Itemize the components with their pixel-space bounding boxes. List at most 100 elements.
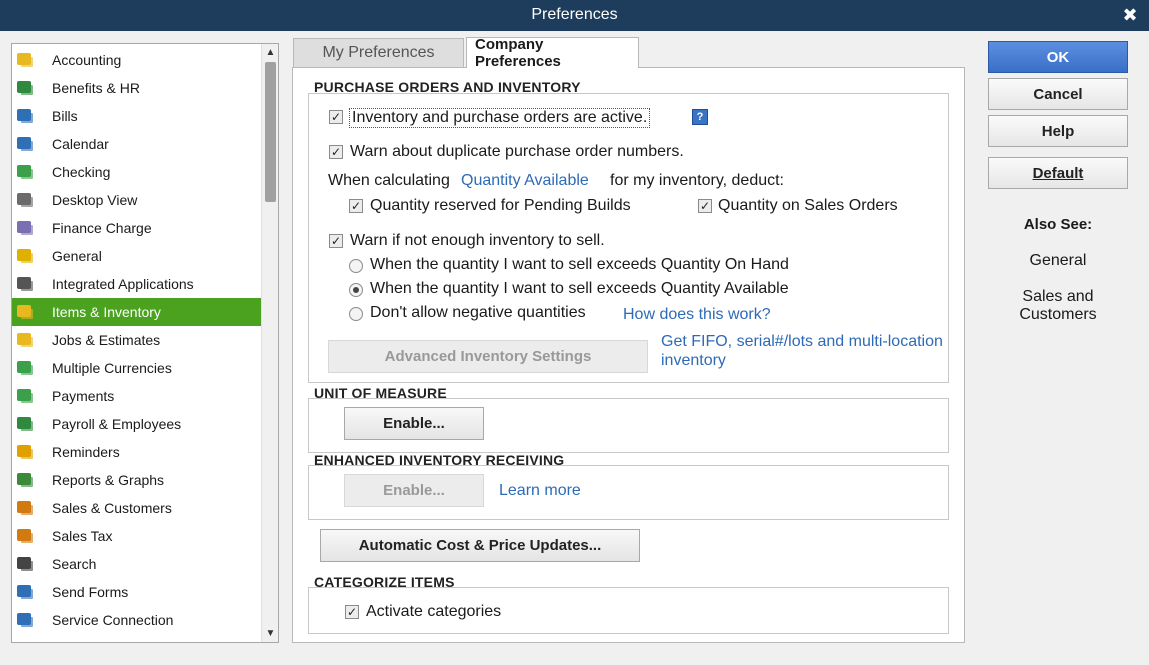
sidebar-item-label: Items & Inventory: [52, 304, 161, 320]
sales-tax-icon: [14, 526, 36, 546]
sidebar-item-general[interactable]: General: [12, 242, 261, 270]
unit-of-measure-enable-button[interactable]: Enable...: [344, 407, 484, 440]
desktop-view-icon: [14, 190, 36, 210]
close-icon[interactable]: ✖: [1119, 4, 1141, 26]
cancel-button[interactable]: Cancel: [988, 78, 1128, 110]
items-inventory-icon: [14, 302, 36, 322]
sidebar-item-payroll-employees[interactable]: Payroll & Employees: [12, 410, 261, 438]
search-icon: [14, 554, 36, 574]
sidebar-item-label: Integrated Applications: [52, 276, 194, 292]
warn-not-enough-label: Warn if not enough inventory to sell.: [350, 232, 605, 249]
help-question-icon[interactable]: ?: [692, 109, 708, 125]
warn-duplicate-label: Warn about duplicate purchase order numb…: [350, 143, 684, 160]
sidebar-item-label: Payments: [52, 388, 115, 404]
advanced-inventory-settings-label: Advanced Inventory Settings: [384, 348, 592, 365]
checkmark-icon: ✓: [330, 234, 342, 248]
advanced-inventory-settings-button[interactable]: Advanced Inventory Settings: [328, 340, 648, 373]
sidebar-item-label: Sales & Customers: [52, 500, 172, 516]
sidebar-scrollbar[interactable]: ▲ ▼: [261, 44, 278, 642]
sidebar-item-jobs-estimates[interactable]: Jobs & Estimates: [12, 326, 261, 354]
sidebar-item-search[interactable]: Search: [12, 550, 261, 578]
activate-categories-checkbox[interactable]: ✓: [345, 605, 359, 619]
finance-charge-icon: [14, 218, 36, 238]
sidebar-item-label: Payroll & Employees: [52, 416, 182, 432]
inventory-active-label: Inventory and purchase orders are active…: [349, 108, 651, 128]
exceeds-available-radio[interactable]: [349, 283, 363, 297]
sidebar-item-bills[interactable]: Bills: [12, 102, 261, 130]
inventory-active-checkbox[interactable]: ✓: [329, 110, 343, 124]
dont-allow-negative-label: Don't allow negative quantities: [370, 304, 586, 321]
sidebar-item-label: Calendar: [52, 136, 109, 152]
checkmark-icon: ✓: [699, 199, 711, 213]
sidebar-item-label: Reminders: [52, 444, 120, 460]
also-see-sales-line1[interactable]: Sales and: [988, 288, 1128, 306]
sales-orders-checkbox[interactable]: ✓: [698, 199, 712, 213]
sidebar-item-label: Service Connection: [52, 612, 174, 628]
exceeds-on-hand-label: When the quantity I want to sell exceeds…: [370, 256, 789, 273]
sidebar-item-label: Desktop View: [52, 192, 138, 208]
integrated-apps-icon: [14, 274, 36, 294]
sidebar-item-label: Multiple Currencies: [52, 360, 172, 376]
tab-my-preferences-label: My Preferences: [322, 44, 435, 61]
exceeds-on-hand-radio[interactable]: [349, 259, 363, 273]
sidebar-item-benefits-hr[interactable]: Benefits & HR: [12, 74, 261, 102]
sidebar-item-finance-charge[interactable]: Finance Charge: [12, 214, 261, 242]
when-calculating-label: When calculating: [328, 172, 450, 189]
sidebar-item-accounting[interactable]: Accounting: [12, 46, 261, 74]
warn-not-enough-checkbox[interactable]: ✓: [329, 234, 343, 248]
sidebar-item-reports-graphs[interactable]: Reports & Graphs: [12, 466, 261, 494]
sidebar-item-calendar[interactable]: Calendar: [12, 130, 261, 158]
ok-button-label: OK: [1046, 48, 1070, 66]
also-see-general-link[interactable]: General: [988, 252, 1128, 270]
sales-customers-icon: [14, 498, 36, 518]
enhanced-receiving-enable-label: Enable...: [383, 482, 445, 499]
learn-more-link[interactable]: Learn more: [499, 482, 581, 500]
quantity-available-link[interactable]: Quantity Available: [461, 172, 589, 190]
tab-company-preferences[interactable]: Company Preferences: [466, 36, 639, 70]
sidebar-item-multiple-currencies[interactable]: Multiple Currencies: [12, 354, 261, 382]
payments-icon: [14, 386, 36, 406]
sidebar-item-label: Benefits & HR: [52, 80, 140, 96]
scroll-down-arrow-icon[interactable]: ▼: [262, 625, 278, 642]
sidebar-item-label: Search: [52, 556, 97, 572]
sidebar-item-label: Send Forms: [52, 584, 129, 600]
cancel-button-label: Cancel: [1033, 85, 1083, 103]
dont-allow-negative-radio[interactable]: [349, 307, 363, 321]
checkmark-icon: ✓: [350, 199, 362, 213]
sidebar-item-sales-customers[interactable]: Sales & Customers: [12, 494, 261, 522]
sidebar-item-service-connection[interactable]: Service Connection: [12, 606, 261, 634]
fifo-link-line1[interactable]: Get FIFO, serial#/lots and multi-locatio…: [661, 333, 943, 351]
also-see-sales-line2[interactable]: Customers: [988, 306, 1128, 324]
warn-duplicate-checkbox[interactable]: ✓: [329, 145, 343, 159]
sidebar-item-integrated-applications[interactable]: Integrated Applications: [12, 270, 261, 298]
sidebar-item-payments[interactable]: Payments: [12, 382, 261, 410]
multiple-currencies-icon: [14, 358, 36, 378]
sidebar-item-label: Accounting: [52, 52, 122, 68]
sidebar-item-label: Bills: [52, 108, 78, 124]
automatic-cost-price-updates-label: Automatic Cost & Price Updates...: [358, 537, 602, 554]
default-button[interactable]: Default: [988, 157, 1128, 189]
help-button[interactable]: Help: [988, 115, 1128, 147]
sidebar-item-checking[interactable]: Checking: [12, 158, 261, 186]
tab-my-preferences[interactable]: My Preferences: [293, 38, 464, 67]
exceeds-available-label: When the quantity I want to sell exceeds…: [370, 280, 789, 297]
payroll-employees-icon: [14, 414, 36, 434]
sales-orders-label: Quantity on Sales Orders: [718, 197, 898, 214]
sidebar-item-send-forms[interactable]: Send Forms: [12, 578, 261, 606]
sidebar-item-reminders[interactable]: Reminders: [12, 438, 261, 466]
scroll-up-arrow-icon[interactable]: ▲: [262, 44, 278, 61]
fifo-link-line2[interactable]: inventory: [661, 352, 726, 370]
also-see-title: Also See:: [1023, 216, 1093, 233]
enhanced-receiving-enable-button[interactable]: Enable...: [344, 474, 484, 507]
pending-builds-checkbox[interactable]: ✓: [349, 199, 363, 213]
how-does-this-work-link[interactable]: How does this work?: [623, 306, 771, 324]
automatic-cost-price-updates-button[interactable]: Automatic Cost & Price Updates...: [320, 529, 640, 562]
activate-categories-label: Activate categories: [366, 603, 502, 620]
sidebar-item-items-inventory[interactable]: Items & Inventory: [12, 298, 261, 326]
sidebar-item-desktop-view[interactable]: Desktop View: [12, 186, 261, 214]
sidebar-item-sales-tax[interactable]: Sales Tax: [12, 522, 261, 550]
sidebar-item-label: Reports & Graphs: [52, 472, 165, 488]
checkmark-icon: ✓: [330, 145, 342, 159]
scrollbar-thumb[interactable]: [265, 62, 276, 202]
ok-button[interactable]: OK: [988, 41, 1128, 73]
